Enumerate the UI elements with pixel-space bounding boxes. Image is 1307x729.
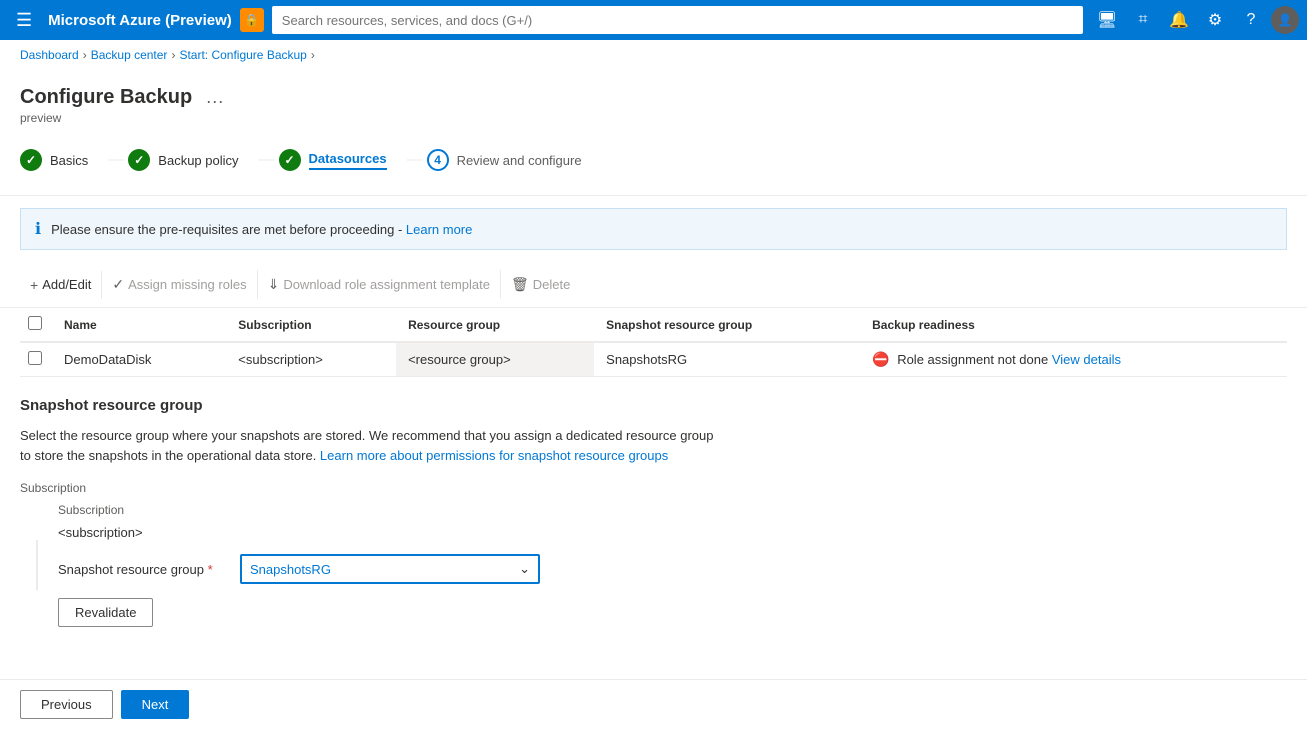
step-basics-circle: ✓ [20, 149, 42, 171]
wizard-steps: ✓ Basics — ✓ Backup policy — ✓ Datasourc… [0, 125, 1307, 196]
row-name: DemoDataDisk [52, 342, 226, 377]
col-header-backup-readiness: Backup readiness [860, 308, 1287, 342]
snapshot-rg-dropdown[interactable]: SnapshotsRG ⌄ [240, 554, 540, 584]
snapshot-rg-form-row: Snapshot resource group * SnapshotsRG ⌄ [58, 554, 540, 584]
topbar: ☰ Microsoft Azure (Preview) 🔒 🖥 ⌗ 🔔 ⚙ ? … [0, 0, 1307, 40]
page-header: Configure Backup ... [0, 70, 1307, 109]
notification-icon[interactable]: 🔔 [1163, 4, 1195, 36]
search-input[interactable] [272, 6, 1083, 34]
delete-icon: 🗑 [511, 276, 529, 293]
main-content: Dashboard › Backup center › Start: Confi… [0, 40, 1307, 729]
error-icon: ⛔ [872, 351, 889, 367]
add-icon: + [30, 277, 38, 293]
breadcrumb-sep-3: › [311, 48, 315, 62]
step-review-label: Review and configure [457, 153, 582, 168]
previous-button[interactable]: Previous [20, 690, 113, 719]
row-resource-group: <resource group> [396, 342, 594, 377]
breadcrumb-configure-backup[interactable]: Start: Configure Backup [179, 48, 306, 62]
learn-more-link[interactable]: Learn more [406, 222, 472, 237]
step-sep-2: — [259, 151, 275, 169]
azure-icon: 🔒 [240, 8, 264, 32]
add-edit-button[interactable]: + Add/Edit [20, 271, 102, 299]
info-banner: ℹ Please ensure the pre-requisites are m… [20, 208, 1287, 250]
step-datasources-label: Datasources [309, 151, 387, 170]
page-title: Configure Backup [20, 86, 192, 109]
breadcrumb-sep-1: › [83, 48, 87, 62]
table-row: DemoDataDisk <subscription> <resource gr… [20, 342, 1287, 377]
bottom-bar: Previous Next [0, 679, 1307, 729]
wizard-step-backup-policy[interactable]: ✓ Backup policy [128, 141, 254, 179]
col-header-resource-group: Resource group [396, 308, 594, 342]
settings-icon[interactable]: ⚙ [1199, 4, 1231, 36]
row-subscription: <subscription> [226, 342, 396, 377]
table-toolbar: + Add/Edit ✓ Assign missing roles ⇓ Down… [0, 262, 1307, 308]
subscription-value: <subscription> [58, 525, 143, 540]
row-checkbox-cell [20, 342, 52, 377]
hamburger-menu-icon[interactable]: ☰ [8, 6, 40, 35]
page-subtitle: preview [0, 109, 1307, 125]
step-sep-1: — [108, 151, 124, 169]
wizard-step-basics[interactable]: ✓ Basics [20, 141, 104, 179]
assign-missing-roles-button[interactable]: ✓ Assign missing roles [102, 270, 257, 299]
step-sep-3: — [407, 151, 423, 169]
step-basics-label: Basics [50, 153, 88, 168]
select-all-checkbox[interactable] [28, 316, 42, 330]
checkmark-icon: ✓ [112, 276, 124, 293]
snapshot-learn-more-link[interactable]: Learn more about permissions for snapsho… [320, 448, 668, 463]
sub-label-inline: Subscription [58, 503, 540, 517]
next-button[interactable]: Next [121, 690, 190, 719]
snapshot-description: Select the resource group where your sna… [20, 426, 720, 465]
col-header-subscription: Subscription [226, 308, 396, 342]
step-review-circle: 4 [427, 149, 449, 171]
download-template-button[interactable]: ⇓ Download role assignment template [258, 270, 501, 299]
breadcrumb: Dashboard › Backup center › Start: Confi… [0, 40, 1307, 70]
breadcrumb-dashboard[interactable]: Dashboard [20, 48, 79, 62]
delete-button[interactable]: 🗑 Delete [501, 270, 580, 299]
breadcrumb-sep-2: › [171, 48, 175, 62]
snapshot-rg-label: Snapshot resource group * [58, 562, 228, 577]
step-backup-policy-circle: ✓ [128, 149, 150, 171]
wizard-step-datasources[interactable]: ✓ Datasources [279, 141, 403, 179]
table-container: Name Subscription Resource group Snapsho… [0, 308, 1307, 377]
wizard-step-review[interactable]: 4 Review and configure [427, 141, 598, 179]
data-table: Name Subscription Resource group Snapsho… [20, 308, 1287, 377]
row-snapshot-rg: SnapshotsRG [594, 342, 860, 377]
readiness-text: Role assignment not done [897, 352, 1048, 367]
terminal-icon[interactable]: 🖥 [1091, 4, 1123, 36]
info-icon: ℹ [35, 219, 41, 239]
select-all-header [20, 308, 52, 342]
breadcrumb-backup-center[interactable]: Backup center [91, 48, 168, 62]
view-details-link[interactable]: View details [1052, 352, 1121, 367]
topbar-icon-group: 🖥 ⌗ 🔔 ⚙ ? 👤 [1091, 4, 1299, 36]
required-star: * [208, 562, 213, 577]
chevron-down-icon: ⌄ [519, 561, 530, 577]
app-title: Microsoft Azure (Preview) [48, 12, 232, 29]
info-banner-text: Please ensure the pre-requisites are met… [51, 222, 472, 237]
subscription-label: Subscription [20, 481, 1287, 495]
step-backup-policy-label: Backup policy [158, 153, 238, 168]
revalidate-button[interactable]: Revalidate [58, 598, 153, 627]
col-header-snapshot-rg: Snapshot resource group [594, 308, 860, 342]
step-datasources-circle: ✓ [279, 149, 301, 171]
avatar[interactable]: 👤 [1271, 6, 1299, 34]
snapshot-section-title: Snapshot resource group [20, 397, 1287, 414]
snapshot-section: Snapshot resource group Select the resou… [0, 377, 1307, 647]
more-options-button[interactable]: ... [206, 87, 224, 108]
col-header-name: Name [52, 308, 226, 342]
help-icon[interactable]: ? [1235, 4, 1267, 36]
row-backup-readiness: ⛔ Role assignment not done View details [860, 342, 1287, 377]
download-icon: ⇓ [268, 276, 280, 293]
row-checkbox[interactable] [28, 351, 42, 365]
directory-icon[interactable]: ⌗ [1127, 4, 1159, 36]
